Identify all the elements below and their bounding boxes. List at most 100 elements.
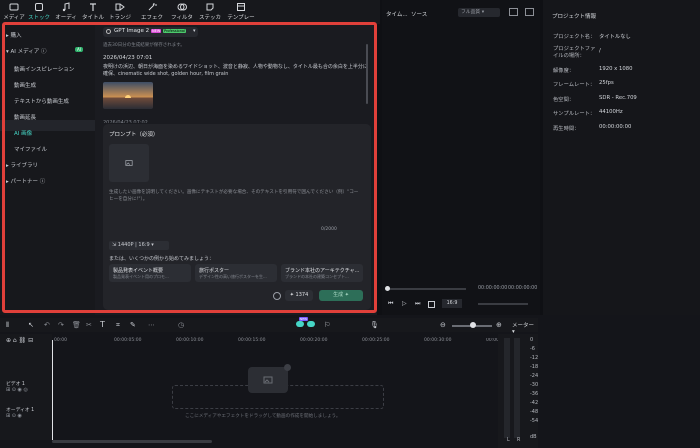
sidebar-item-label: パートナー bbox=[10, 179, 39, 185]
example-card-1[interactable]: 製品発表イベント概要 製品発表イベント用のプロモ... bbox=[109, 264, 191, 282]
zoom-out-icon[interactable]: ⊖ bbox=[440, 321, 446, 329]
marker-icon[interactable]: ⚐ bbox=[324, 321, 330, 329]
model-icon bbox=[106, 29, 111, 34]
sidebar-item-my-files[interactable]: マイファイル bbox=[14, 145, 47, 153]
video-track-controls[interactable]: ⊞ ⊙ ◉ ◎ bbox=[6, 387, 28, 393]
sidebar-item-purchase[interactable]: ▸ 購入 bbox=[6, 31, 22, 39]
image-icon bbox=[125, 160, 133, 166]
sidebar-item-partner[interactable]: ▸ パートナー ⓘ bbox=[6, 177, 45, 185]
sidebar-item-video-extend[interactable]: 動画延長 bbox=[14, 113, 36, 121]
snapshot-icon[interactable] bbox=[509, 8, 518, 16]
playback-slider[interactable] bbox=[386, 288, 466, 290]
colorspace-value: SDR - Rec.709 bbox=[599, 95, 637, 101]
sidebar-item-ai-image[interactable]: AI 画像 bbox=[14, 129, 32, 137]
tab-timeline[interactable]: タイム... bbox=[386, 10, 408, 18]
timeline-panel bbox=[0, 315, 700, 448]
meter-bar-left bbox=[504, 338, 510, 438]
undo-icon[interactable]: ↶ bbox=[44, 321, 50, 329]
redo-icon[interactable]: ↷ bbox=[58, 321, 64, 329]
cut-icon[interactable]: ✂ bbox=[86, 321, 92, 329]
zoom-slider[interactable] bbox=[478, 303, 528, 305]
example-desc: ブランドの本社の建築コンセプト... bbox=[285, 274, 349, 279]
example-desc: デザイン性の高い旅行ポスターを生... bbox=[199, 274, 267, 279]
ruler-tick: 00:00:10:00 bbox=[176, 338, 204, 343]
example-title: 旅行ポスター bbox=[199, 268, 230, 274]
sidebar-item-library[interactable]: ▸ ライブラリ bbox=[6, 161, 38, 169]
meter-right-label: R bbox=[517, 438, 521, 443]
tab-source[interactable]: ソース bbox=[411, 10, 427, 18]
transition-icon bbox=[115, 3, 125, 11]
plus-icon bbox=[284, 364, 291, 371]
audio-icon bbox=[62, 2, 70, 12]
sidebar-item-text-to-video[interactable]: テキストから動画生成 bbox=[14, 97, 69, 105]
model-selector[interactable]: GPT Image 2 NEW Professional ▾ bbox=[103, 27, 198, 37]
meter-scale-label: 0 bbox=[530, 337, 534, 343]
meter-scale-label: -18 bbox=[530, 364, 539, 370]
example-title: ブランド本社のアーキテクチャ... bbox=[285, 268, 360, 274]
generate-button[interactable]: 生成 ✦ bbox=[319, 290, 363, 301]
timer-icon[interactable]: ◷ bbox=[178, 321, 184, 329]
generated-image-thumbnail[interactable] bbox=[103, 82, 153, 109]
char-count: 0/2000 bbox=[321, 227, 337, 232]
speed-icon[interactable]: ⋯ bbox=[148, 321, 155, 329]
ai-toggle-icon-2[interactable] bbox=[307, 321, 315, 327]
audio-track-controls[interactable]: ⊞ ⊙ ◉ bbox=[6, 413, 22, 419]
prompt-input[interactable]: 生成したい画像を説明してください。画像にテキストが必要な場合、そのテキストを引用… bbox=[109, 190, 359, 203]
sun-shape bbox=[125, 95, 131, 98]
credits-value: 1374 bbox=[295, 292, 309, 298]
player-panel: タイム... ソース フル品質 ▾ 00:00:00:00 00:00:00:0… bbox=[382, 0, 540, 315]
layout-icon[interactable]: ⫴ bbox=[6, 321, 9, 330]
filter-icon bbox=[177, 3, 187, 11]
prev-frame-icon[interactable]: ⏮ bbox=[388, 300, 393, 308]
quality-dropdown[interactable]: フル品質 ▾ bbox=[458, 8, 500, 17]
zoom-in-icon[interactable]: ⊕ bbox=[496, 321, 502, 329]
timeline-zoom-knob[interactable] bbox=[470, 322, 476, 328]
framerate-value: 25fps bbox=[599, 80, 614, 86]
color-icon[interactable]: ✎ bbox=[130, 321, 136, 329]
vertical-scrollbar[interactable] bbox=[366, 44, 368, 104]
prompt-panel-title: プロンプト（必須） bbox=[109, 132, 159, 138]
meter-scale-label: -36 bbox=[530, 391, 539, 397]
upload-reference-button[interactable] bbox=[109, 144, 149, 182]
chevron-down-icon: ▾ bbox=[193, 28, 196, 34]
ruler-tick: 00:00 bbox=[54, 338, 67, 343]
meter-left-label: L bbox=[507, 438, 510, 443]
left-sidebar: ▸ 購入 ▾ AI メディア ⓘ AI 動画インスピレーション 動画生成 テキス… bbox=[0, 24, 95, 315]
settings-icon[interactable] bbox=[273, 292, 281, 300]
mic-icon[interactable]: 🎙 bbox=[370, 321, 379, 329]
template-icon bbox=[237, 3, 245, 11]
aspect-ratio-select[interactable]: 16:9 bbox=[442, 299, 462, 308]
stop-icon[interactable] bbox=[428, 301, 435, 308]
resolution-value: 1920 x 1080 bbox=[599, 66, 633, 72]
sidebar-item-video-generation[interactable]: 動画生成 bbox=[14, 81, 36, 89]
track-tool-icons[interactable]: ⊕ ⌂ ⛓ ⊟ bbox=[6, 337, 33, 344]
example-card-2[interactable]: 旅行ポスター デザイン性の高い旅行ポスターを生... bbox=[195, 264, 277, 282]
play-icon[interactable]: ▷ bbox=[402, 300, 407, 307]
meter-scale-label: -42 bbox=[530, 400, 539, 406]
meter-scale-label: -12 bbox=[530, 355, 539, 361]
playhead-knob[interactable] bbox=[385, 286, 390, 291]
player-ratio-value: 16:9 bbox=[446, 301, 458, 306]
example-card-3[interactable]: ブランド本社のアーキテクチャ... ブランドの本社の建築コンセプト... bbox=[281, 264, 363, 282]
crop-icon[interactable]: ⌗ bbox=[116, 321, 120, 330]
audio-track-label: オーディオ 1 bbox=[6, 408, 35, 413]
meter-scale-label: -48 bbox=[530, 409, 539, 415]
toolbar-title[interactable]: タイトル bbox=[80, 2, 106, 21]
ai-toggle-icon[interactable] bbox=[296, 321, 304, 327]
delete-icon[interactable]: 🗑 bbox=[72, 321, 81, 329]
sidebar-item-video-inspiration[interactable]: 動画インスピレーション bbox=[14, 65, 74, 73]
horizontal-scrollbar[interactable] bbox=[52, 440, 212, 443]
select-icon[interactable]: ↖ bbox=[28, 321, 34, 329]
ruler-tick: 00:00:25:00 bbox=[362, 338, 390, 343]
more-icon[interactable] bbox=[525, 8, 534, 16]
resolution-selector[interactable]: ⇲ 1440P | 16:9 ▾ bbox=[109, 241, 169, 250]
toolbar-media[interactable]: メディア bbox=[1, 2, 27, 21]
timeline-toolbar: ⫴ ↖ ↶ ↷ 🗑 ✂ T ⌗ ✎ ⋯ ◷ NEW ⚐ 🎙 ⊖ ⊕ メーター ▾ bbox=[0, 317, 538, 335]
ratio-value: 16:9 bbox=[138, 242, 150, 248]
toolbar-stock[interactable]: ストック bbox=[26, 2, 52, 21]
playhead-line[interactable] bbox=[52, 340, 53, 440]
next-frame-icon[interactable]: ⏭ bbox=[415, 300, 420, 308]
credits-display: ✦ 1374 bbox=[285, 290, 313, 301]
text-icon[interactable]: T bbox=[100, 320, 105, 329]
sidebar-item-ai-media[interactable]: ▾ AI メディア ⓘ AI bbox=[6, 47, 83, 55]
